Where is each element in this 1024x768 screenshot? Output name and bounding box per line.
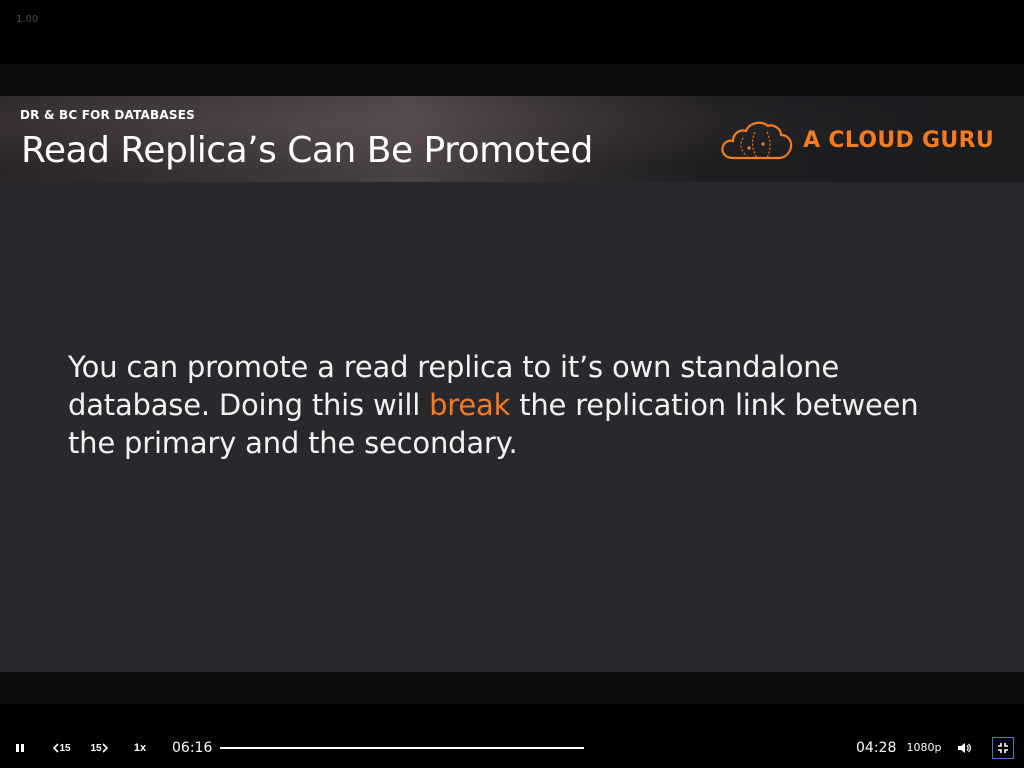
brand-logo: A CLOUD GURU [719,118,994,162]
playback-speed-button[interactable]: 1x [128,738,152,758]
volume-icon [958,743,971,753]
brand-name: A CLOUD GURU [803,127,994,153]
body-highlight-word: break [429,388,511,422]
forward-15-button[interactable]: 15 [87,738,111,758]
volume-button[interactable] [954,738,974,758]
quality-button[interactable]: 1080p [906,738,942,756]
elapsed-time: 06:16 [172,740,213,756]
rewind-15-button[interactable]: 15 [50,738,74,758]
exit-fullscreen-button[interactable] [992,737,1014,759]
remaining-time: 04:28 [856,740,897,756]
slide-title: Read Replica’s Can Be Promoted [21,130,593,171]
pause-button[interactable] [10,738,30,758]
pause-icon [16,744,24,752]
slide-body-text: You can promote a read replica to it’s o… [68,348,948,462]
zoom-indicator: 1.00 [16,14,39,25]
exit-fullscreen-icon [998,743,1008,753]
course-label: DR & BC FOR DATABASES [20,108,195,122]
cloud-logo-icon [721,121,793,160]
progress-bar[interactable] [220,747,584,749]
slide-header: DR & BC FOR DATABASES Read Replica’s Can… [0,96,1024,182]
rewind-label: 15 [59,742,71,754]
slide: DR & BC FOR DATABASES Read Replica’s Can… [0,96,1024,672]
forward-label: 15 [90,742,102,754]
player-controls: 15 15 1x 06:16 04:28 1080p [0,728,1024,768]
forward-icon [101,743,108,753]
